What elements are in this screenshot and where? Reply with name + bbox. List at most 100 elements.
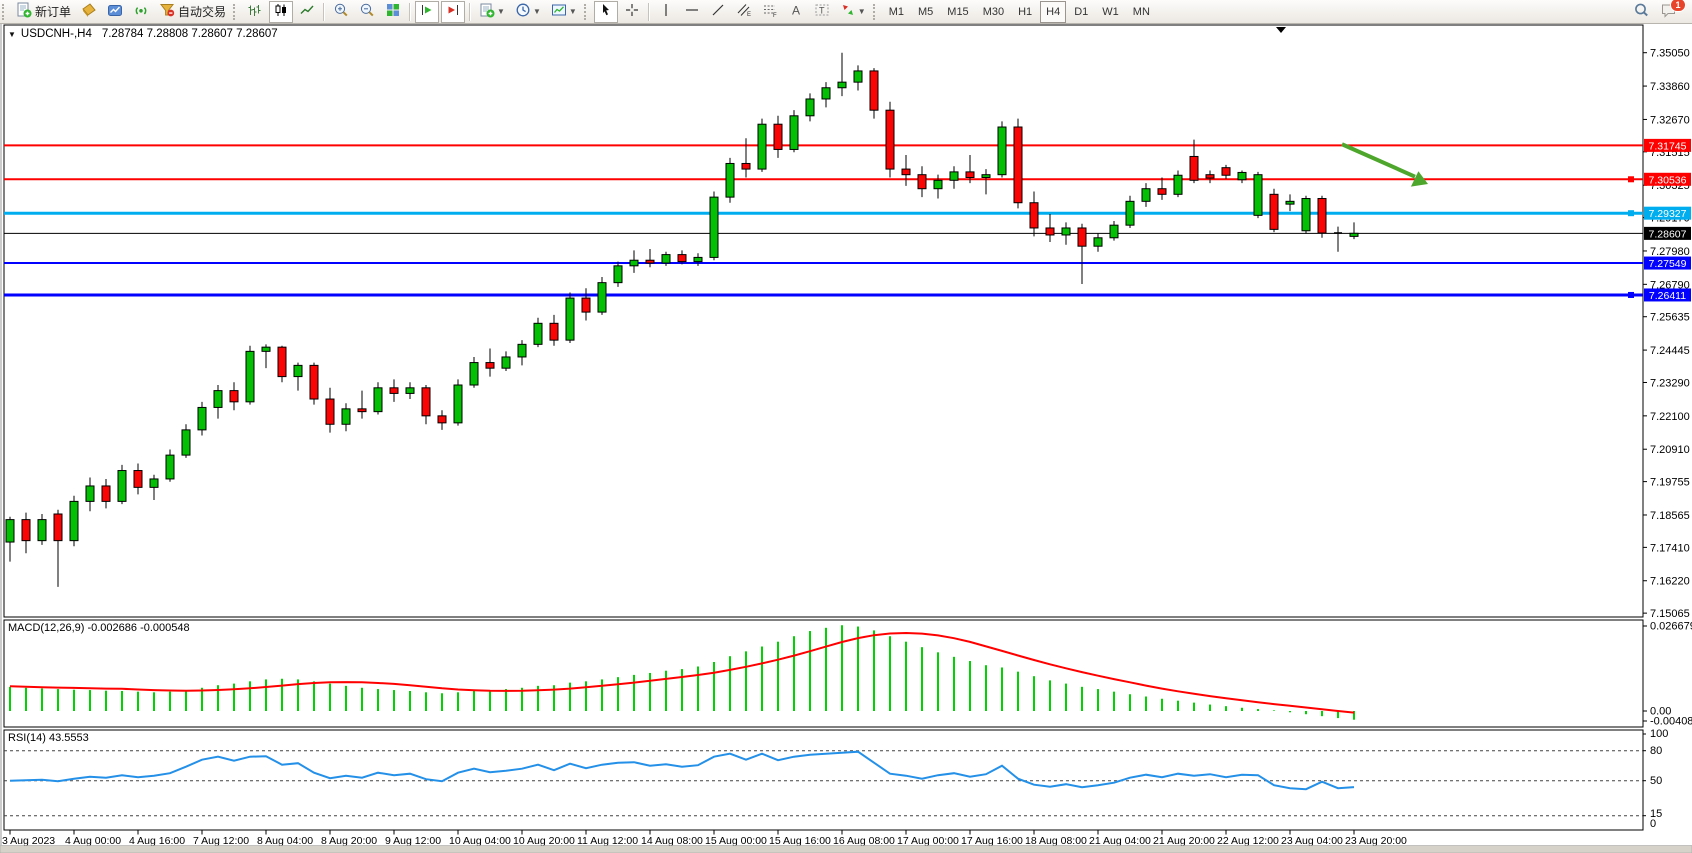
new-order-button[interactable]: 新订单 bbox=[12, 1, 75, 23]
line-chart-button[interactable] bbox=[295, 1, 319, 23]
svg-text:7.32670: 7.32670 bbox=[1650, 114, 1690, 126]
equidistant-channel-icon: E bbox=[736, 2, 752, 21]
timeframe-button-w1[interactable]: W1 bbox=[1096, 1, 1125, 23]
timeframe-button-mn[interactable]: MN bbox=[1127, 1, 1156, 23]
signals-button[interactable] bbox=[129, 1, 153, 23]
chart-symbol-period: USDCNH-,H4 bbox=[21, 28, 92, 40]
candle bbox=[1062, 228, 1070, 235]
text-label-button[interactable]: T bbox=[810, 1, 834, 23]
candle bbox=[790, 116, 798, 150]
timeframe-button-m30[interactable]: M30 bbox=[977, 1, 1010, 23]
candle bbox=[886, 110, 894, 169]
candle bbox=[294, 365, 302, 376]
autotrade-button[interactable]: 自动交易 bbox=[155, 1, 230, 23]
svg-text:18 Aug 08:00: 18 Aug 08:00 bbox=[1025, 835, 1087, 847]
time-axis[interactable]: 3 Aug 20234 Aug 00:004 Aug 16:007 Aug 12… bbox=[2, 831, 1407, 848]
svg-text:3 Aug 2023: 3 Aug 2023 bbox=[2, 835, 55, 847]
cursor-button[interactable] bbox=[594, 1, 618, 23]
svg-text:7.30536: 7.30536 bbox=[1649, 174, 1687, 186]
period-button[interactable]: ▼ bbox=[511, 1, 545, 23]
candle bbox=[662, 255, 670, 263]
trendline-button[interactable] bbox=[706, 1, 730, 23]
zoom-out-button[interactable] bbox=[355, 1, 379, 23]
timeframe-button-h1[interactable]: H1 bbox=[1012, 1, 1038, 23]
period-dropdown-arrow[interactable]: ▼ bbox=[533, 7, 541, 16]
candle bbox=[1206, 175, 1214, 178]
window-bottom-strip bbox=[0, 846, 1692, 853]
template-button[interactable]: ▼ bbox=[547, 1, 581, 23]
tile-windows-button[interactable] bbox=[381, 1, 405, 23]
timeframe-button-m1[interactable]: M1 bbox=[883, 1, 910, 23]
candle bbox=[102, 486, 110, 501]
svg-text:9 Aug 12:00: 9 Aug 12:00 bbox=[385, 835, 441, 847]
candle bbox=[1030, 203, 1038, 228]
indicators-dropdown-arrow[interactable]: ▼ bbox=[497, 7, 505, 16]
candle bbox=[598, 283, 606, 312]
notifications-button[interactable]: 1 bbox=[1656, 1, 1681, 23]
horizontal-line-button[interactable] bbox=[680, 1, 704, 23]
template-icon bbox=[551, 2, 567, 21]
candle bbox=[966, 172, 974, 178]
one-click-trading-toggle[interactable]: ▼ bbox=[8, 30, 16, 39]
timeframe-button-m5[interactable]: M5 bbox=[912, 1, 939, 23]
price-axis[interactable]: 7.350507.338607.326707.315157.303257.291… bbox=[1643, 48, 1690, 620]
timeframe-group: M1M5M15M30H1H4D1W1MN bbox=[882, 1, 1157, 23]
svg-text:100: 100 bbox=[1650, 728, 1668, 740]
fibonacci-button[interactable]: F bbox=[758, 1, 782, 23]
market-watch-button[interactable] bbox=[77, 1, 101, 23]
vertical-line-button[interactable] bbox=[654, 1, 678, 23]
candle bbox=[1350, 233, 1358, 236]
candle bbox=[198, 407, 206, 429]
timeframe-button-h4[interactable]: H4 bbox=[1040, 1, 1066, 23]
svg-text:17 Aug 00:00: 17 Aug 00:00 bbox=[897, 835, 959, 847]
toolbar-grip[interactable] bbox=[233, 4, 238, 20]
search-button[interactable] bbox=[1629, 1, 1654, 23]
bar-chart-icon bbox=[247, 2, 263, 21]
chart-shift-button[interactable] bbox=[441, 1, 465, 23]
horizontal-line-icon bbox=[684, 2, 700, 21]
svg-text:A: A bbox=[792, 4, 800, 18]
svg-text:-0.004084: -0.004084 bbox=[1650, 716, 1692, 728]
zoom-in-button[interactable] bbox=[329, 1, 353, 23]
crosshair-button[interactable] bbox=[620, 1, 644, 23]
profiles-button[interactable] bbox=[103, 1, 127, 23]
toolbar-grip[interactable] bbox=[2, 4, 7, 20]
profiles-icon bbox=[107, 2, 123, 21]
arrows-button[interactable]: ▼ bbox=[836, 1, 870, 23]
text-button[interactable]: A bbox=[784, 1, 808, 23]
candle bbox=[454, 385, 462, 423]
svg-text:7.18565: 7.18565 bbox=[1650, 510, 1690, 522]
svg-text:17 Aug 16:00: 17 Aug 16:00 bbox=[961, 835, 1023, 847]
equidistant-channel-button[interactable]: E bbox=[732, 1, 756, 23]
toolbar-grip[interactable] bbox=[873, 4, 878, 20]
candle bbox=[470, 363, 478, 385]
svg-text:15 Aug 16:00: 15 Aug 16:00 bbox=[769, 835, 831, 847]
svg-text:7.20910: 7.20910 bbox=[1650, 444, 1690, 456]
candle bbox=[390, 388, 398, 394]
svg-text:7.15065: 7.15065 bbox=[1650, 608, 1690, 620]
template-dropdown-arrow[interactable]: ▼ bbox=[569, 7, 577, 16]
main-pane[interactable] bbox=[4, 25, 1643, 617]
signals-icon bbox=[133, 2, 149, 21]
candle bbox=[438, 416, 446, 423]
svg-text:50: 50 bbox=[1650, 775, 1662, 787]
svg-text:E: E bbox=[747, 12, 751, 18]
auto-scroll-button[interactable] bbox=[415, 1, 439, 23]
candle bbox=[214, 391, 222, 408]
candle bbox=[742, 163, 750, 169]
candle bbox=[134, 471, 142, 488]
text-label-icon: T bbox=[814, 2, 830, 21]
bar-chart-button[interactable] bbox=[243, 1, 267, 23]
timeframe-button-m15[interactable]: M15 bbox=[941, 1, 974, 23]
svg-text:7.26411: 7.26411 bbox=[1649, 290, 1686, 302]
timeframe-button-d1[interactable]: D1 bbox=[1068, 1, 1094, 23]
candle bbox=[630, 260, 638, 266]
arrows-dropdown-arrow[interactable]: ▼ bbox=[858, 7, 866, 16]
candlestick-chart-button[interactable] bbox=[269, 1, 293, 23]
indicators-button[interactable]: ▼ bbox=[475, 1, 509, 23]
candle bbox=[22, 520, 30, 541]
chart-canvas[interactable]: 7.350507.338607.326707.315157.303257.291… bbox=[0, 0, 1692, 853]
rsi-pane[interactable] bbox=[4, 730, 1643, 830]
toolbar-grip[interactable] bbox=[584, 4, 589, 20]
search-icon bbox=[1633, 2, 1650, 22]
